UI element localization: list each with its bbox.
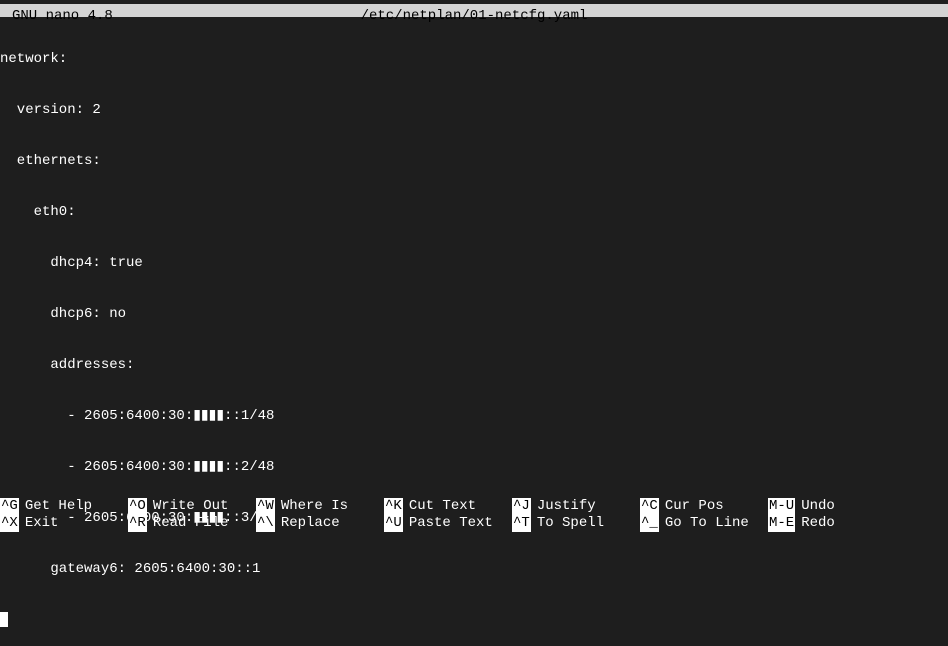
shortcut-cur-pos[interactable]: ^C Cur Pos (640, 498, 768, 515)
shortcut-label: Where Is (281, 498, 348, 515)
shortcut-key: ^X (0, 515, 19, 532)
code-line: dhcp4: true (0, 255, 948, 272)
code-line: gateway6: 2605:6400:30::1 (0, 561, 948, 578)
shortcut-label: Write Out (153, 498, 229, 515)
shortcut-label: Go To Line (665, 515, 749, 532)
shortcut-key: ^K (384, 498, 403, 515)
shortcut-undo[interactable]: M-U Undo (768, 498, 896, 515)
shortcut-get-help[interactable]: ^G Get Help (0, 498, 128, 515)
shortcut-cut-text[interactable]: ^K Cut Text (384, 498, 512, 515)
shortcut-write-out[interactable]: ^O Write Out (128, 498, 256, 515)
editor-area[interactable]: network: version: 2 ethernets: eth0: dhc… (0, 17, 948, 646)
shortcut-label: To Spell (537, 515, 604, 532)
shortcut-key: ^J (512, 498, 531, 515)
shortcut-read-file[interactable]: ^R Read File (128, 515, 256, 532)
shortcut-key: ^T (512, 515, 531, 532)
shortcut-exit[interactable]: ^X Exit (0, 515, 128, 532)
shortcut-label: Cut Text (409, 498, 476, 515)
code-line: network: (0, 51, 948, 68)
shortcut-label: Paste Text (409, 515, 493, 532)
code-line: dhcp6: no (0, 306, 948, 323)
shortcut-redo[interactable]: M-E Redo (768, 515, 896, 532)
shortcut-key: ^W (256, 498, 275, 515)
code-line: ethernets: (0, 153, 948, 170)
shortcut-row-2: ^X Exit ^R Read File ^\ Replace ^U Paste… (0, 515, 948, 532)
shortcut-key: ^R (128, 515, 147, 532)
cursor-line (0, 612, 948, 629)
shortcut-key: ^C (640, 498, 659, 515)
shortcut-where-is[interactable]: ^W Where Is (256, 498, 384, 515)
shortcut-key: M-E (768, 515, 795, 532)
shortcut-bar: ^G Get Help ^O Write Out ^W Where Is ^K … (0, 498, 948, 532)
shortcut-key: ^O (128, 498, 147, 515)
shortcut-paste-text[interactable]: ^U Paste Text (384, 515, 512, 532)
shortcut-label: Get Help (25, 498, 92, 515)
code-line: - 2605:6400:30:▮▮▮▮::1/48 (0, 408, 948, 425)
code-line: addresses: (0, 357, 948, 374)
shortcut-label: Undo (801, 498, 835, 515)
shortcut-label: Justify (537, 498, 596, 515)
shortcut-go-to-line[interactable]: ^_ Go To Line (640, 515, 768, 532)
shortcut-justify[interactable]: ^J Justify (512, 498, 640, 515)
shortcut-key: ^U (384, 515, 403, 532)
code-line: eth0: (0, 204, 948, 221)
shortcut-label: Exit (25, 515, 59, 532)
shortcut-replace[interactable]: ^\ Replace (256, 515, 384, 532)
shortcut-key: ^_ (640, 515, 659, 532)
shortcut-label: Read File (153, 515, 229, 532)
shortcut-label: Cur Pos (665, 498, 724, 515)
shortcut-key: ^\ (256, 515, 275, 532)
shortcut-to-spell[interactable]: ^T To Spell (512, 515, 640, 532)
title-bar: GNU nano 4.8 /etc/netplan/01-netcfg.yaml (0, 0, 948, 17)
shortcut-label: Replace (281, 515, 340, 532)
shortcut-key: M-U (768, 498, 795, 515)
shortcut-row-1: ^G Get Help ^O Write Out ^W Where Is ^K … (0, 498, 948, 515)
code-line: - 2605:6400:30:▮▮▮▮::2/48 (0, 459, 948, 476)
code-line: version: 2 (0, 102, 948, 119)
cursor (0, 612, 8, 627)
shortcut-key: ^G (0, 498, 19, 515)
shortcut-label: Redo (801, 515, 835, 532)
